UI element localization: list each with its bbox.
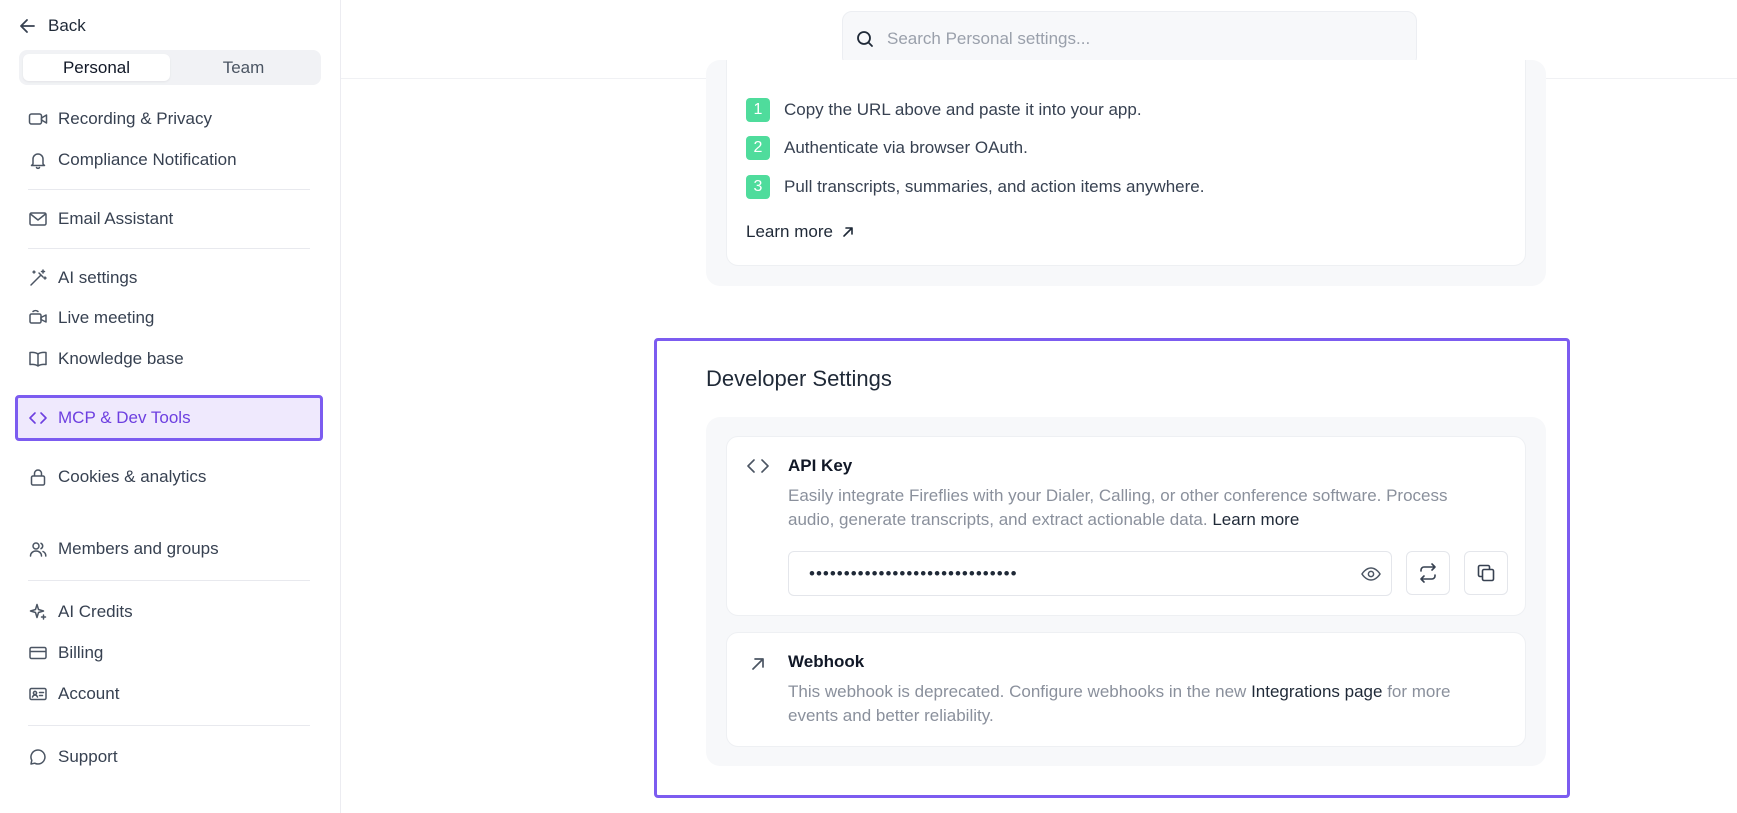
- mcp-step: 1 Copy the URL above and paste it into y…: [746, 97, 1142, 123]
- mcp-step: 3 Pull transcripts, summaries, and actio…: [746, 174, 1204, 200]
- sidebar-item-live-meeting[interactable]: Live meeting: [28, 305, 154, 331]
- step-text: Copy the URL above and paste it into you…: [784, 100, 1142, 119]
- step-number-badge: 1: [746, 98, 770, 122]
- sidebar-item-label: Support: [58, 747, 118, 766]
- sidebar-item-label: Email Assistant: [58, 209, 174, 228]
- sidebar-item-members-groups[interactable]: Members and groups: [28, 536, 219, 562]
- sidebar-item-label: Knowledge base: [58, 349, 184, 368]
- sparkle-icon: [28, 602, 48, 622]
- mcp-learn-more-link[interactable]: Learn more: [746, 222, 855, 242]
- sidebar-item-label: Recording & Privacy: [58, 109, 213, 128]
- back-label: Back: [48, 16, 86, 35]
- sidebar-item-account[interactable]: Account: [28, 681, 119, 707]
- learn-more-label: Learn more: [746, 222, 833, 241]
- arrow-up-right-icon: [748, 654, 768, 674]
- lock-icon: [28, 467, 48, 487]
- arrow-left-icon: [18, 16, 38, 36]
- sidebar-item-label: AI settings: [58, 268, 138, 287]
- sidebar-item-knowledge-base[interactable]: Knowledge base: [28, 346, 184, 372]
- sidebar-item-label: Cookies & analytics: [58, 467, 207, 486]
- arrow-up-right-icon: [841, 225, 855, 239]
- api-key-title: API Key: [788, 456, 853, 475]
- search-icon: [855, 29, 875, 49]
- webhook-description: This webhook is deprecated. Configure we…: [788, 680, 1488, 728]
- bell-icon: [28, 150, 48, 170]
- api-key-description: Easily integrate Fireflies with your Dia…: [788, 484, 1488, 532]
- refresh-arrows-icon: [1417, 562, 1439, 584]
- magic-wand-icon: [28, 268, 48, 288]
- webhook-description-before: This webhook is deprecated. Configure we…: [788, 682, 1247, 701]
- sidebar-item-billing[interactable]: Billing: [28, 640, 103, 666]
- sidebar-item-label: MCP & Dev Tools: [58, 408, 191, 427]
- back-button[interactable]: Back: [18, 14, 86, 38]
- code-icon: [746, 456, 770, 476]
- step-text: Authenticate via browser OAuth.: [784, 138, 1028, 157]
- regenerate-key-button[interactable]: [1406, 551, 1450, 595]
- code-icon: [28, 408, 48, 428]
- webhook-title: Webhook: [788, 652, 865, 671]
- sidebar-divider: [28, 248, 310, 249]
- chat-icon: [28, 747, 48, 767]
- sidebar-item-label: Billing: [58, 643, 104, 662]
- api-key-masked-value: ••••••••••••••••••••••••••••••: [809, 563, 1018, 583]
- sidebar-item-label: Account: [58, 684, 120, 703]
- search-box[interactable]: [842, 11, 1417, 67]
- step-number-badge: 3: [746, 175, 770, 199]
- api-key-learn-more-link[interactable]: Learn more: [1212, 510, 1299, 529]
- sidebar-divider: [28, 725, 310, 726]
- video-icon: [28, 109, 48, 129]
- sidebar-item-support[interactable]: Support: [28, 744, 118, 770]
- developer-settings-title: Developer Settings: [706, 366, 892, 391]
- sidebar-divider: [28, 580, 310, 581]
- sidebar: Back Personal Team Recording & Privacy C…: [0, 0, 341, 813]
- personal-team-toggle: Personal Team: [19, 50, 321, 85]
- sidebar-item-compliance-notification[interactable]: Compliance Notification: [28, 147, 237, 173]
- sidebar-item-mcp-dev-tools[interactable]: MCP & Dev Tools: [28, 405, 191, 431]
- tab-team[interactable]: Team: [170, 54, 317, 81]
- copy-key-button[interactable]: [1464, 551, 1508, 595]
- api-key-description-text: Easily integrate Fireflies with your Dia…: [788, 486, 1448, 529]
- credit-card-icon: [28, 643, 48, 663]
- sidebar-item-label: Compliance Notification: [58, 150, 237, 169]
- sidebar-item-label: Members and groups: [58, 539, 219, 558]
- search-input[interactable]: [887, 29, 1387, 49]
- sidebar-item-ai-settings[interactable]: AI settings: [28, 265, 137, 291]
- step-number-badge: 2: [746, 136, 770, 160]
- sidebar-item-label: Live meeting: [58, 308, 155, 327]
- sidebar-item-email-assistant[interactable]: Email Assistant: [28, 206, 173, 232]
- sidebar-item-ai-credits[interactable]: AI Credits: [28, 599, 133, 625]
- show-key-eye-icon[interactable]: [1360, 563, 1382, 585]
- book-icon: [28, 349, 48, 369]
- live-video-icon: [28, 308, 48, 328]
- mcp-step: 2 Authenticate via browser OAuth.: [746, 135, 1028, 161]
- api-key-field[interactable]: ••••••••••••••••••••••••••••••: [788, 551, 1392, 596]
- tab-personal[interactable]: Personal: [23, 54, 170, 81]
- copy-icon: [1475, 562, 1497, 584]
- sidebar-item-cookies-analytics[interactable]: Cookies & analytics: [28, 464, 206, 490]
- sidebar-item-label: AI Credits: [58, 602, 133, 621]
- step-text: Pull transcripts, summaries, and action …: [784, 177, 1205, 196]
- id-card-icon: [28, 684, 48, 704]
- sidebar-item-recording-privacy[interactable]: Recording & Privacy: [28, 106, 212, 132]
- integrations-page-link[interactable]: Integrations page: [1251, 682, 1382, 701]
- mail-icon: [28, 209, 48, 229]
- users-icon: [28, 539, 48, 559]
- sidebar-divider: [28, 189, 310, 190]
